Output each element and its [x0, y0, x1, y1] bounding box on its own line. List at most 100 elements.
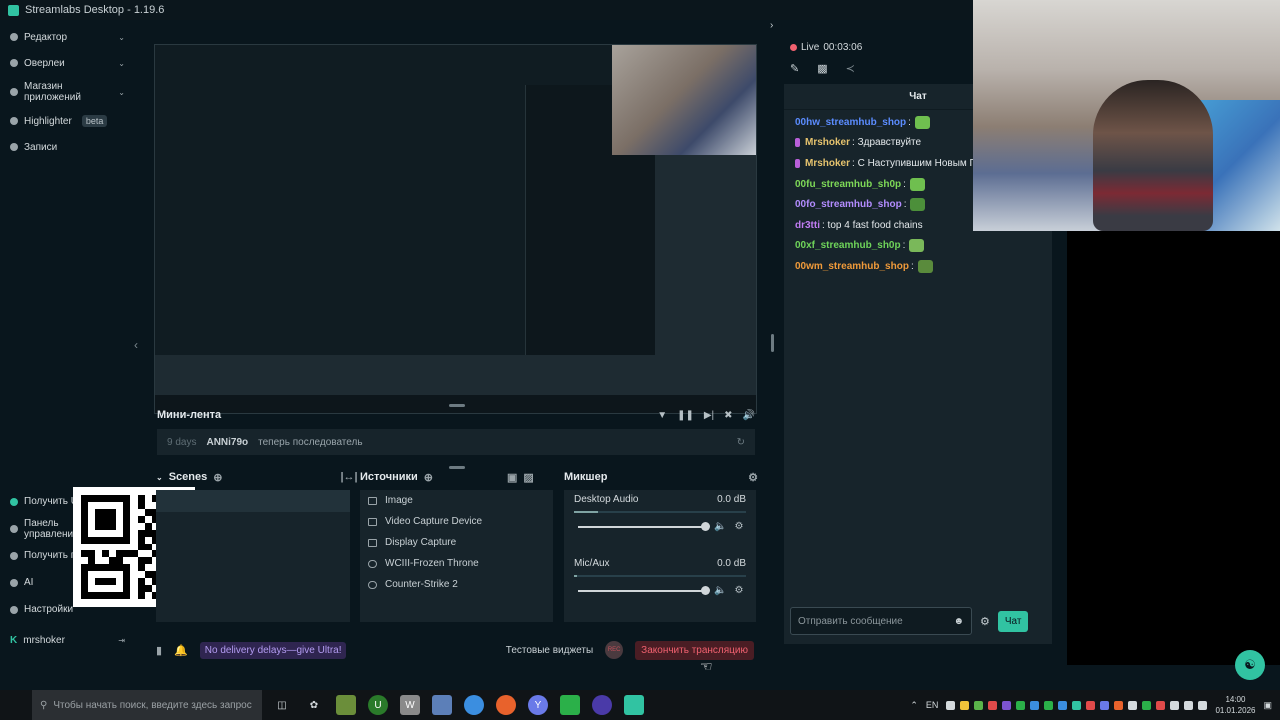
tray-app-icon[interactable]: [974, 700, 984, 710]
stats-icon[interactable]: ▮: [156, 644, 162, 657]
source-item[interactable]: Display Capture: [360, 532, 553, 553]
add-source-icon[interactable]: ⊕: [424, 471, 433, 484]
source-item[interactable]: WCIII-Frozen Throne: [360, 553, 553, 574]
upwork-icon[interactable]: U: [368, 695, 388, 715]
sidebar-item-editor[interactable]: Редактор ⌄: [0, 24, 135, 50]
panel-resize-handle[interactable]: [771, 334, 774, 352]
scenes-list[interactable]: [156, 490, 350, 622]
mute-alerts-icon[interactable]: ✖: [724, 410, 732, 421]
mute-icon[interactable]: 🔈: [714, 585, 726, 596]
lock-icon[interactable]: ▨: [523, 471, 533, 484]
tray-app-icon[interactable]: [1016, 700, 1026, 710]
gear-icon[interactable]: ⚙: [734, 521, 743, 532]
collapse-panel-icon[interactable]: |↔|: [340, 471, 357, 483]
chat-send-button[interactable]: Чат: [997, 610, 1029, 632]
chrome-icon[interactable]: [464, 695, 484, 715]
mini-feed-event[interactable]: 9 days ANNi79o теперь последователь ↻: [157, 429, 755, 455]
tray-app-icon[interactable]: [1044, 700, 1054, 710]
logout-icon[interactable]: ⇥: [118, 636, 125, 645]
tray-app-icon[interactable]: [1100, 700, 1110, 710]
clock[interactable]: 14:00 01.01.2026: [1215, 694, 1255, 716]
filter-icon[interactable]: ▼: [657, 410, 667, 421]
chat-username[interactable]: Mrshoker: [805, 137, 850, 148]
wifi-icon[interactable]: [1184, 700, 1194, 710]
streamlabs-icon[interactable]: [624, 695, 644, 715]
file-explorer-icon[interactable]: [432, 695, 452, 715]
volume-slider[interactable]: [578, 521, 710, 531]
sidebar-user[interactable]: K mrshoker ⇥: [0, 627, 135, 654]
test-widgets-button[interactable]: Тестовые виджеты: [506, 645, 593, 656]
tray-app-icon[interactable]: [988, 700, 998, 710]
tray-app-icon[interactable]: [1170, 700, 1180, 710]
chat-username[interactable]: 00hw_streamhub_shop: [795, 117, 906, 128]
source-item[interactable]: Counter-Strike 2: [360, 574, 553, 595]
video-icon[interactable]: ▩: [817, 62, 827, 75]
source-item[interactable]: Video Capture Device: [360, 511, 553, 532]
gear-icon[interactable]: ⚙: [734, 585, 743, 596]
chat-input[interactable]: Отправить сообщение ☻: [790, 607, 972, 635]
sidebar-item-overlays[interactable]: Оверлеи ⌄: [0, 50, 135, 76]
end-stream-button[interactable]: Закончить трансляцию: [635, 640, 754, 660]
chat-username[interactable]: dr3tti: [795, 220, 820, 231]
firefox-icon[interactable]: [496, 695, 516, 715]
obs-icon[interactable]: [592, 695, 612, 715]
live-time: 00:03:06: [823, 42, 863, 53]
chatgpt-icon[interactable]: ✿: [304, 695, 324, 715]
warcraft-icon[interactable]: W: [400, 695, 420, 715]
chevron-right-icon[interactable]: ›: [770, 20, 773, 31]
chat-username[interactable]: 00wm_streamhub_shop: [795, 261, 909, 272]
notification-center-icon[interactable]: ▣: [1263, 700, 1272, 711]
yandex-browser-icon[interactable]: Y: [528, 695, 548, 715]
gear-icon[interactable]: ⚙: [980, 615, 990, 628]
help-icon[interactable]: ☯: [1235, 650, 1265, 680]
taskbar-search[interactable]: ⚲ Чтобы начать поиск, введите здесь запр…: [32, 690, 262, 720]
gear-icon[interactable]: ⚙: [748, 471, 758, 484]
tray-app-icon[interactable]: [1156, 700, 1166, 710]
minecraft-icon[interactable]: [336, 695, 356, 715]
chat-username[interactable]: 00fo_streamhub_shop: [795, 199, 902, 210]
tray-app-icon[interactable]: [1030, 700, 1040, 710]
tray-overflow-icon[interactable]: ⌃: [910, 700, 918, 711]
add-scene-icon[interactable]: ⊕: [213, 471, 222, 484]
chat-username[interactable]: Mrshoker: [805, 158, 850, 169]
sidebar-item-highlighter[interactable]: Highlighter beta: [0, 108, 135, 134]
share-icon[interactable]: ≺: [846, 62, 855, 75]
language-indicator[interactable]: EN: [926, 700, 939, 710]
scene-item-active[interactable]: [156, 490, 350, 512]
folder-icon[interactable]: ▣: [507, 471, 517, 484]
replay-icon[interactable]: ↻: [737, 437, 745, 448]
ultra-promo-button[interactable]: No delivery delays—give Ultra!: [199, 641, 347, 659]
mute-icon[interactable]: 🔈: [714, 521, 726, 532]
tray-app-icon[interactable]: [1002, 700, 1012, 710]
sidebar-item-app-store[interactable]: Магазин приложений ⌄: [0, 76, 135, 108]
tray-app-icon[interactable]: [1114, 700, 1124, 710]
pencil-icon[interactable]: ✎: [790, 62, 799, 75]
tray-app-icon[interactable]: [1072, 700, 1082, 710]
sidebar-item-recordings[interactable]: Записи: [0, 134, 135, 160]
chat-username[interactable]: 00xf_streamhub_sh0p: [795, 240, 901, 251]
tray-app-icon[interactable]: [1086, 700, 1096, 710]
skip-icon[interactable]: ▶|: [704, 410, 714, 421]
chevron-left-icon[interactable]: ‹: [134, 338, 138, 352]
source-item[interactable]: Image: [360, 490, 553, 511]
tray-app-icon[interactable]: [1058, 700, 1068, 710]
qr-module: [109, 592, 117, 599]
volume-icon[interactable]: 🔊: [743, 410, 755, 421]
chat-username[interactable]: 00fu_streamhub_sh0p: [795, 179, 901, 190]
volume-slider[interactable]: [578, 585, 710, 595]
volume-icon[interactable]: [1198, 700, 1208, 710]
notifications-icon[interactable]: 🔔: [174, 644, 188, 657]
collapse-chevron-icon[interactable]: ⌄: [156, 473, 163, 482]
razer-icon[interactable]: [560, 695, 580, 715]
tray-app-icon[interactable]: [1128, 700, 1138, 710]
tray-app-icon[interactable]: [1142, 700, 1152, 710]
record-button[interactable]: REC: [605, 641, 624, 659]
pause-icon[interactable]: ❚❚: [677, 410, 694, 421]
emoji-icon[interactable]: ☻: [953, 616, 964, 627]
tray-app-icon[interactable]: [960, 700, 970, 710]
task-view-icon[interactable]: ◫: [272, 695, 292, 715]
qr-module: [88, 557, 96, 565]
stream-preview[interactable]: [154, 44, 757, 414]
chevron-down-icon: ⌄: [118, 58, 125, 68]
tray-app-icon[interactable]: [946, 700, 956, 710]
